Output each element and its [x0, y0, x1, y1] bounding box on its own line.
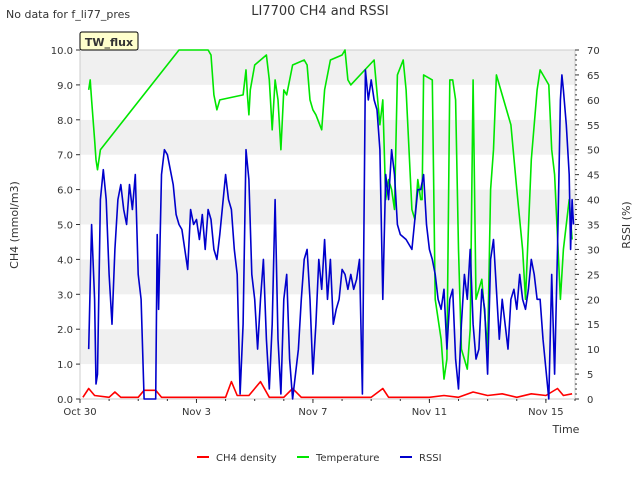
y-right-tick-label: 25 [587, 270, 600, 281]
grid-band [80, 50, 575, 85]
y-right-tick-label: 5 [587, 370, 593, 381]
y-left-tick-label: 4.0 [57, 255, 73, 266]
y-left-tick-label: 2.0 [57, 325, 73, 336]
tw-flux-badge: TW_flux [79, 31, 139, 51]
y-left-tick-label: 7.0 [57, 151, 73, 162]
y-left-tick-label: 9.0 [57, 81, 73, 92]
y-left-tick-label: 5.0 [57, 221, 73, 232]
chart-title: LI7700 CH4 and RSSI [251, 4, 389, 19]
y-left-tick-label: 10.0 [51, 46, 73, 57]
chart-svg: 0.0 1.0 2.0 3.0 4.0 5.0 6.0 7.0 8.0 9.0 10.0 0 5 10 15… [6, 4, 633, 464]
y-left-tick-label: 1.0 [57, 360, 73, 371]
grid-band [80, 119, 575, 155]
x-tick-label: Oct 30 [63, 407, 96, 418]
y-right-tick-label: 20 [587, 295, 600, 306]
y-right-tick-label: 10 [587, 345, 600, 356]
grid-band [80, 329, 575, 365]
x-tick-label: Nov 3 [182, 407, 211, 418]
y-axis-right-label: RSSI (%) [620, 201, 633, 248]
y-right-tick-label: 45 [587, 171, 600, 182]
y-right-tick-label: 70 [587, 46, 600, 57]
grid-band [80, 224, 575, 260]
legend-label: CH4 density [216, 453, 277, 464]
y-right-tick-label: 50 [587, 146, 600, 157]
y-right-tick-label: 65 [587, 71, 600, 82]
y-left-tick-label: 0.0 [57, 395, 73, 406]
grid-bands [80, 50, 575, 399]
legend: CH4 density Temperature RSSI [197, 453, 442, 464]
grid-band [80, 154, 575, 190]
y-right-tick-label: 40 [587, 196, 600, 207]
x-tick-label: Nov 7 [298, 407, 327, 418]
y-right-tick-label: 0 [587, 395, 593, 406]
y-left-tick-label: 8.0 [57, 116, 73, 127]
nodata-text: No data for f_li77_pres [6, 8, 130, 21]
grid-band [80, 189, 575, 225]
y-right-tick-label: 35 [587, 221, 600, 232]
y-right-tick-label: 55 [587, 121, 600, 132]
x-tick-label: Nov 11 [412, 407, 447, 418]
y-left-tick-label: 6.0 [57, 186, 73, 197]
badge-label: TW_flux [85, 36, 133, 49]
y-right-tick-label: 30 [587, 245, 600, 256]
y-axis-left-label: CH4 (mmol/m3) [8, 181, 21, 269]
x-tick-label: Nov 15 [528, 407, 563, 418]
y-left-tick-label: 3.0 [57, 290, 73, 301]
legend-label: Temperature [315, 453, 379, 464]
y-right-tick-label: 15 [587, 320, 600, 331]
legend-label: RSSI [419, 453, 442, 464]
y-right-tick-label: 60 [587, 96, 600, 107]
x-axis-label: Time [552, 423, 580, 436]
